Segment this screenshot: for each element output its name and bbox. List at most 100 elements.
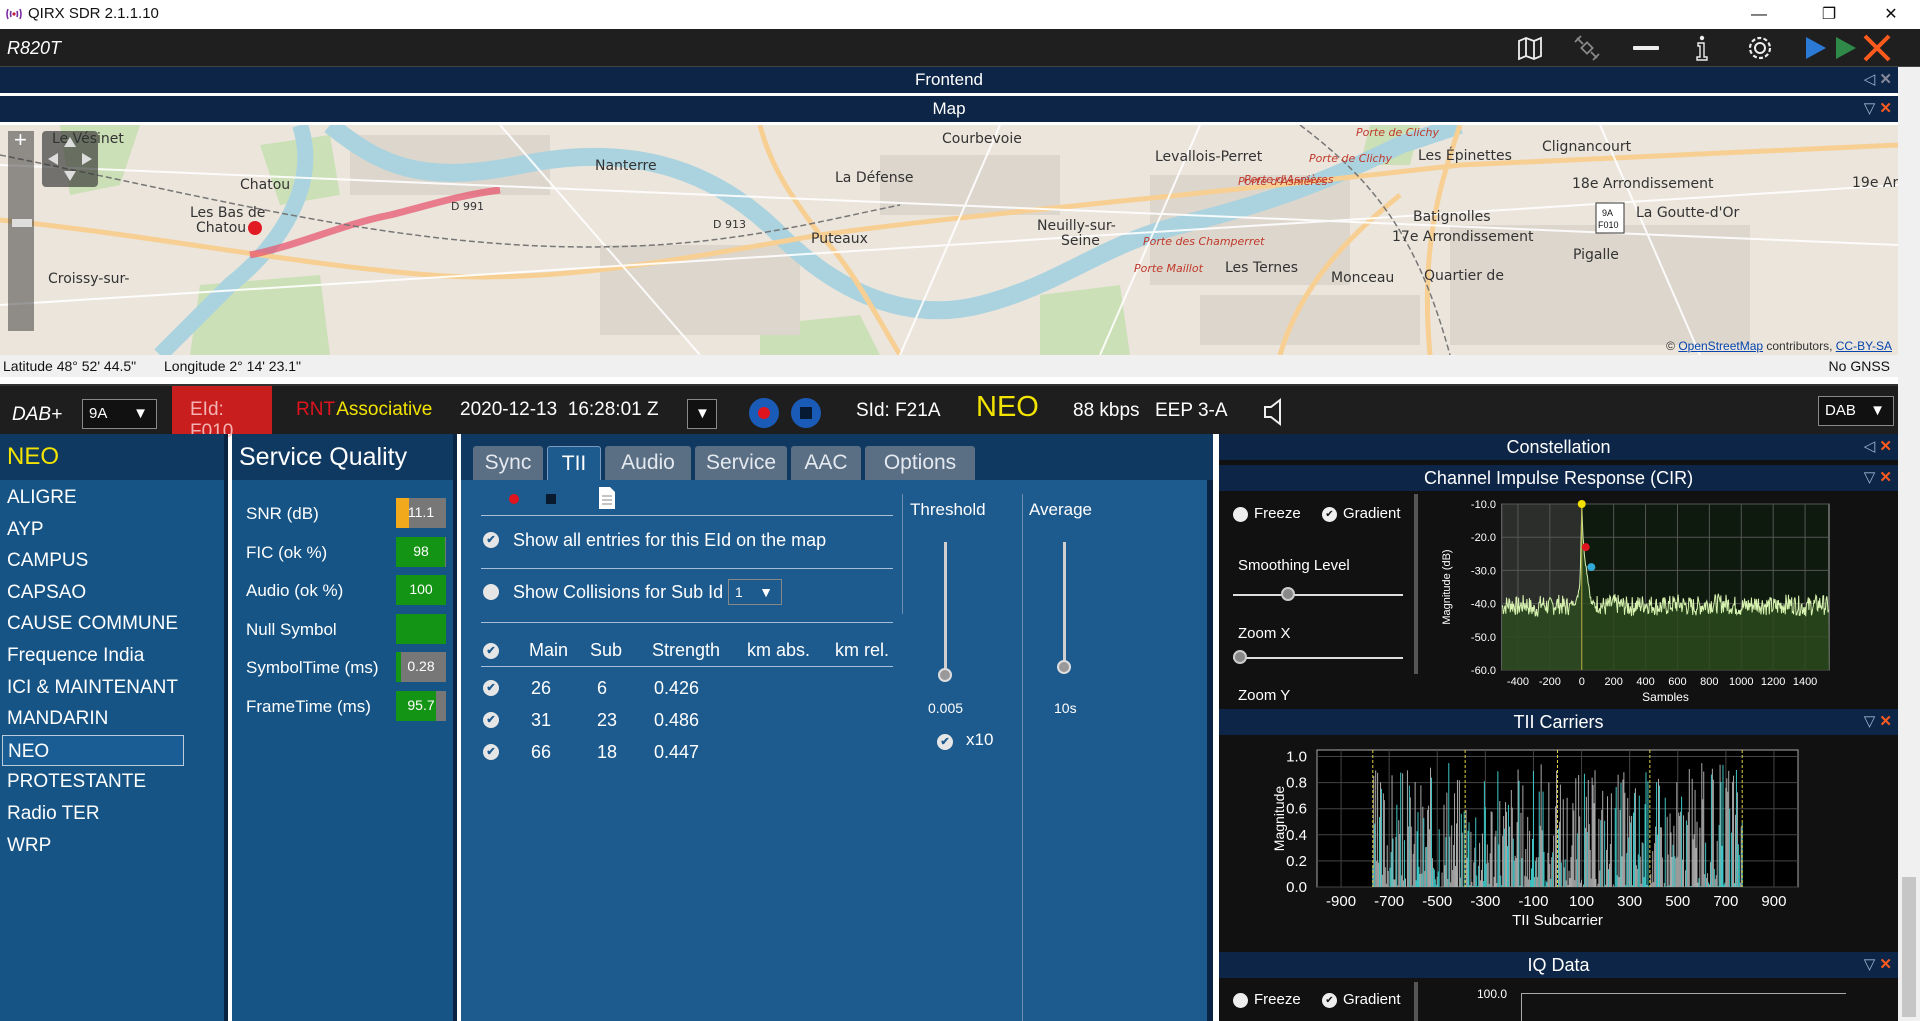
panel-close-icon[interactable]: ✕ (1879, 713, 1892, 730)
map-icon[interactable] (1514, 33, 1546, 63)
stop-icon[interactable] (789, 396, 823, 430)
service-item[interactable]: CAPSAO (0, 577, 224, 609)
service-item[interactable]: PROTESTANTE (0, 766, 224, 798)
tab-tii[interactable]: TII (547, 446, 601, 480)
iq-freeze-radio[interactable] (1233, 993, 1248, 1008)
tii-column-header[interactable]: km abs. (747, 640, 810, 661)
play-green-icon[interactable] (1830, 33, 1858, 63)
service-item[interactable]: ALIGRE (0, 482, 224, 514)
map-place-label: D 913 (713, 218, 746, 231)
settings-gear-icon[interactable] (1744, 33, 1776, 63)
stop-square-icon[interactable] (544, 492, 558, 506)
panel-close-icon[interactable]: ✕ (1879, 469, 1892, 486)
service-item[interactable]: NEO (2, 734, 184, 767)
service-list-panel: NEO ALIGRE AYP CAMPUS CAPSAO CAUSE COMMUNE Fr… (0, 434, 228, 1021)
map-canvas[interactable]: 9A F010 Le VésinetChatouLes Bas deChatou… (0, 125, 1898, 355)
tii-cell: 0.426 (654, 678, 700, 698)
scrollbar-thumb[interactable] (1902, 877, 1916, 1017)
minimize-button[interactable]: — (1736, 0, 1782, 29)
service-item[interactable]: CAUSE COMMUNE (0, 608, 224, 640)
tii-column-header[interactable]: Strength (652, 640, 720, 661)
iq-data-title: IQ Data (1527, 955, 1590, 975)
average-slider-track[interactable] (1063, 542, 1066, 662)
zoom-in-button[interactable]: + (14, 127, 27, 153)
stop-close-icon[interactable] (1860, 33, 1894, 63)
svg-text:F010: F010 (1598, 220, 1619, 230)
service-item[interactable]: ICI & MAINTENANT (0, 672, 224, 704)
cir-scrollbar[interactable] (1414, 494, 1418, 674)
threshold-slider-track[interactable] (944, 542, 947, 678)
satellite-icon[interactable] (1571, 33, 1603, 63)
map-place-label: Chatou (240, 177, 290, 193)
iq-data-header[interactable]: IQ Data ▽ ✕ (1219, 952, 1898, 978)
smoothing-slider-track[interactable] (1233, 594, 1403, 596)
map-panel-header[interactable]: Map ▽ ✕ (0, 96, 1898, 122)
service-item[interactable]: AYP (0, 514, 224, 546)
collapse-down-icon[interactable]: ▽ (1864, 100, 1876, 117)
service-item[interactable]: Frequence India (0, 640, 224, 672)
collapse-down-icon[interactable]: ▽ (1864, 956, 1876, 973)
zoom-x-slider-track[interactable] (1233, 657, 1403, 659)
sub-id-select[interactable]: 1 ▼ (728, 579, 782, 605)
collapse-down-icon[interactable]: ▽ (1864, 713, 1876, 730)
panel-close-icon[interactable]: ✕ (1879, 100, 1892, 117)
frontend-panel-header[interactable]: Frontend ◁ ✕ (0, 67, 1898, 93)
tii-column-header[interactable]: Main (529, 640, 568, 661)
collapse-down-icon[interactable]: ▽ (1864, 469, 1876, 486)
tab-audio[interactable]: Audio (605, 446, 691, 480)
tii-column-header[interactable]: Sub (590, 640, 622, 661)
panel-close-icon[interactable]: ✕ (1879, 438, 1892, 455)
cir-header[interactable]: Channel Impulse Response (CIR) ▽ ✕ (1219, 465, 1898, 491)
map-view[interactable]: 9A F010 Le VésinetChatouLes Bas deChatou… (0, 125, 1898, 355)
tab-options[interactable]: Options (865, 446, 975, 480)
select-all-rows-checkbox[interactable]: ✔ (483, 643, 499, 659)
smoothing-slider-thumb[interactable] (1281, 587, 1295, 601)
close-button[interactable]: ✕ (1868, 0, 1914, 29)
map-nav-control[interactable]: + (4, 127, 104, 347)
band-select[interactable]: DAB ▼ (1818, 396, 1894, 426)
iq-gradient-checkbox[interactable]: ✔ (1322, 993, 1337, 1008)
record-icon[interactable] (747, 396, 781, 430)
tii-carriers-header[interactable]: TII Carriers ▽ ✕ (1219, 709, 1898, 735)
tii-column-header[interactable]: km rel. (835, 640, 889, 661)
service-item[interactable]: CAMPUS (0, 545, 224, 577)
tii-xtick: 900 (1761, 893, 1786, 910)
service-item[interactable]: MANDARIN (0, 703, 224, 735)
collapse-left-icon[interactable]: ◁ (1864, 438, 1876, 455)
x10-checkbox[interactable]: ✔ (937, 734, 953, 750)
tii-xlabel: TII Subcarrier (1512, 912, 1603, 929)
tab-aac[interactable]: AAC (791, 446, 861, 480)
tab-service[interactable]: Service (695, 446, 787, 480)
panel-close-icon[interactable]: ✕ (1879, 71, 1892, 88)
constellation-header[interactable]: Constellation ◁ ✕ (1219, 434, 1898, 460)
cir-gradient-checkbox[interactable]: ✔ (1322, 507, 1337, 522)
osm-link[interactable]: OpenStreetMap (1678, 339, 1763, 353)
band-value: DAB (1825, 402, 1856, 419)
speaker-icon[interactable] (1262, 396, 1288, 428)
threshold-slider-thumb[interactable] (938, 668, 952, 682)
document-icon[interactable] (597, 486, 617, 510)
collapse-left-icon[interactable]: ◁ (1864, 71, 1876, 88)
tii-row-checkbox[interactable]: ✔ (483, 680, 499, 696)
window-scrollbar[interactable] (1898, 67, 1920, 1021)
info-icon[interactable] (1686, 33, 1718, 63)
service-item[interactable]: WRP (0, 830, 224, 862)
zoom-x-slider-thumb[interactable] (1233, 650, 1247, 664)
iq-scrollbar[interactable] (1414, 982, 1418, 1021)
panel-close-icon[interactable]: ✕ (1879, 956, 1892, 973)
average-slider-thumb[interactable] (1057, 660, 1071, 674)
show-all-checkbox[interactable]: ✔ (483, 532, 499, 548)
channel-select[interactable]: 9A ▼ (82, 399, 157, 429)
dropdown-button[interactable]: ▼ (687, 399, 717, 429)
play-blue-icon[interactable] (1800, 33, 1828, 63)
tab-sync[interactable]: Sync (473, 446, 543, 480)
record-dot-icon[interactable] (507, 492, 521, 506)
service-item[interactable]: Radio TER (0, 798, 224, 830)
maximize-button[interactable]: ❐ (1806, 0, 1852, 29)
cir-freeze-radio[interactable] (1233, 507, 1248, 522)
minus-bar-icon[interactable] (1630, 33, 1662, 63)
tii-row-checkbox[interactable]: ✔ (483, 712, 499, 728)
tii-row-checkbox[interactable]: ✔ (483, 744, 499, 760)
cc-link[interactable]: CC-BY-SA (1836, 339, 1892, 353)
show-collisions-radio[interactable] (483, 584, 499, 600)
